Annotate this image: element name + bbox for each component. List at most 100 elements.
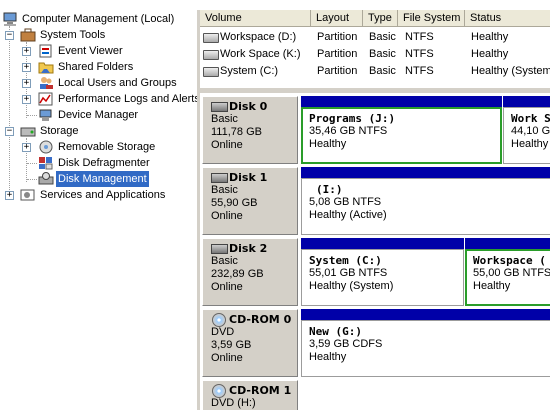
partition-name: System (C:) (309, 254, 382, 267)
tree-item-root[interactable]: Computer Management (Local) (0, 11, 197, 27)
tree-item-perf-logs[interactable]: + Performance Logs and Alerts (0, 91, 200, 107)
volume-status: Healthy (471, 31, 509, 43)
expand-icon[interactable]: + (22, 95, 31, 104)
tree-label: Local Users and Groups (58, 77, 177, 89)
disk-status: Online (211, 210, 243, 222)
tree-label: System Tools (40, 29, 106, 41)
partition-work-space[interactable]: Work S 44,10 G Healthy (503, 96, 550, 164)
volume-type: Basic (369, 48, 396, 60)
partition-status: Healthy (511, 138, 549, 150)
tree-item-services-apps[interactable]: + Services and Applications (0, 187, 197, 203)
partition-size: 5,08 GB NTFS (309, 196, 382, 208)
column-header-file-system[interactable]: File System (398, 10, 465, 27)
expand-icon[interactable]: + (22, 63, 31, 72)
expand-icon[interactable]: + (22, 47, 31, 56)
cdrom-icon (212, 384, 226, 398)
tree-item-removable-storage[interactable]: + Removable Storage (0, 139, 197, 155)
partition-size: 55,00 GB NTFS (473, 267, 550, 279)
collapse-icon[interactable]: − (5, 127, 14, 136)
tree-label: Storage (40, 125, 79, 137)
tree-item-shared-folders[interactable]: + Shared Folders (0, 59, 197, 75)
volume-type: Basic (369, 65, 396, 77)
event-viewer-icon (38, 44, 54, 58)
volume-name: Work Space (K:) (220, 48, 301, 60)
partition-programs[interactable]: Programs (J:) 35,46 GB NTFS Healthy (301, 96, 502, 164)
partition-status: Healthy (473, 280, 511, 292)
tree-label: Removable Storage (58, 141, 156, 153)
partition-new-g[interactable]: New (G:) 3,59 GB CDFS Healthy (301, 309, 550, 377)
tree-line (27, 163, 37, 164)
details-pane: Volume Layout Type File System Status Wo… (200, 10, 550, 410)
expand-icon[interactable]: + (22, 143, 31, 152)
hard-disk-icon (211, 244, 228, 254)
volume-row[interactable]: System (C:) Partition Basic NTFS Healthy… (200, 63, 550, 80)
partition-status: Healthy (309, 351, 347, 363)
tree-label: Performance Logs and Alerts (58, 93, 200, 105)
removable-storage-icon (38, 140, 54, 154)
expand-icon[interactable]: + (22, 79, 31, 88)
disk-map: Disk 0 Basic 111,78 GB Online Programs (… (200, 93, 550, 410)
tree-item-disk-management[interactable]: Disk Management (0, 171, 197, 187)
storage-icon (20, 124, 36, 138)
volume-layout: Partition (317, 65, 358, 77)
volume-list[interactable]: Volume Layout Type File System Status Wo… (200, 10, 550, 88)
tree-item-event-viewer[interactable]: + Event Viewer (0, 43, 197, 59)
partition-bar (301, 238, 464, 249)
volume-row[interactable]: Work Space (K:) Partition Basic NTFS Hea… (200, 46, 550, 63)
disk-info[interactable]: Disk 1 Basic 55,90 GB Online (202, 167, 298, 235)
column-header-volume[interactable]: Volume (200, 10, 311, 27)
partition-system[interactable]: System (C:) 55,01 GB NTFS Healthy (Syste… (301, 238, 464, 306)
collapse-icon[interactable]: − (5, 31, 14, 40)
partition-bar (301, 167, 550, 178)
tree-item-disk-defragmenter[interactable]: Disk Defragmenter (0, 155, 197, 171)
partition-workspace[interactable]: Workspace ( 55,00 GB NTFS Healthy (465, 238, 550, 306)
disk-info[interactable]: Disk 0 Basic 111,78 GB Online (202, 96, 298, 164)
disk-info[interactable]: Disk 2 Basic 232,89 GB Online (202, 238, 298, 306)
tree-label: Device Manager (58, 109, 139, 121)
column-header-layout[interactable]: Layout (311, 10, 363, 27)
device-manager-icon (38, 108, 54, 122)
volume-fs: NTFS (405, 31, 434, 43)
tree-label: Event Viewer (58, 45, 123, 57)
cdrom-icon (212, 313, 226, 327)
volume-type: Basic (369, 31, 396, 43)
volume-row[interactable]: Workspace (D:) Partition Basic NTFS Heal… (200, 29, 550, 46)
disk-kind: DVD (211, 326, 235, 338)
tree-item-device-manager[interactable]: Device Manager (0, 107, 197, 123)
partition-name: Work S (511, 112, 550, 125)
services-icon (20, 188, 36, 202)
expand-icon[interactable]: + (5, 191, 14, 200)
toolbox-icon (20, 28, 36, 42)
disk-size: 3,59 GB (211, 339, 252, 351)
tree-label: Disk Defragmenter (58, 157, 150, 169)
shared-folder-icon (38, 60, 54, 74)
disk-kind: Basic (211, 113, 238, 125)
tree-item-storage[interactable]: − Storage (0, 123, 197, 139)
drive-icon (203, 33, 219, 43)
disk-info[interactable]: CD-ROM 1 DVD (H:) (202, 380, 298, 410)
partition-i[interactable]: (I:) 5,08 GB NTFS Healthy (Active) (301, 167, 550, 235)
disk-size: 55,90 GB (211, 197, 258, 209)
tree-item-system-tools[interactable]: − System Tools (0, 27, 197, 43)
disk-management-icon (38, 172, 54, 186)
volume-status: Healthy (471, 48, 509, 60)
disk-status: Online (211, 139, 243, 151)
column-header-status[interactable]: Status (465, 10, 550, 27)
disk-info[interactable]: CD-ROM 0 DVD 3,59 GB Online (202, 309, 298, 377)
volume-layout: Partition (317, 31, 358, 43)
partition-bar (503, 96, 550, 107)
console-tree[interactable]: Computer Management (Local) − System Too… (0, 10, 200, 410)
partition-bar (301, 309, 550, 320)
partition-size: 55,01 GB NTFS (309, 267, 388, 279)
tree-line (27, 179, 37, 180)
disk-name: CD-ROM 1 (229, 384, 292, 397)
column-header-type[interactable]: Type (363, 10, 398, 27)
volume-status: Healthy (System (471, 65, 550, 77)
computer-icon (2, 12, 18, 26)
tree-label: Services and Applications (40, 189, 166, 201)
disk-kind: Basic (211, 255, 238, 267)
disk-size: 111,78 GB (211, 126, 262, 138)
disk-status: Online (211, 352, 243, 364)
tree-item-local-users[interactable]: + Local Users and Groups (0, 75, 197, 91)
partition-size: 44,10 G (511, 125, 550, 137)
